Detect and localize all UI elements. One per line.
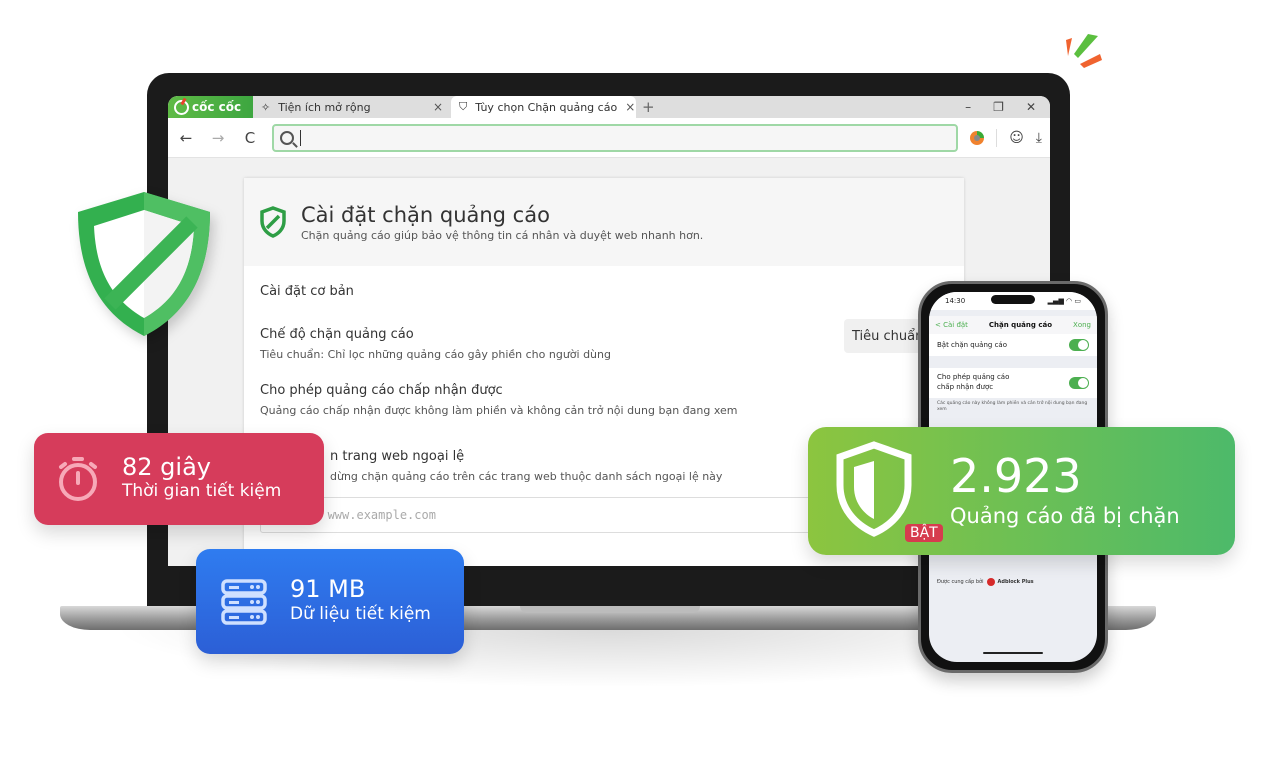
search-icon [280,130,294,145]
phone-status-icons: ▂▄▆ ◠ ▭ [1047,297,1081,305]
provider-prefix: Được cung cấp bởi [937,579,984,585]
phone-back-button[interactable]: < Cài đặt [935,321,968,329]
page-subtitle: Chặn quảng cáo giúp bảo vệ thông tin cá … [301,228,704,242]
setting-block-mode: Chế độ chặn quảng cáo Tiêu chuẩn: Chỉ lọ… [244,319,964,361]
stopwatch-icon [59,457,97,501]
row-label: Bật chặn quảng cáo [937,341,1007,349]
adblock-plus-icon [986,578,995,586]
shield-icon: ⛉ [459,100,468,113]
tab-label: Tiện ích mở rộng [278,100,371,114]
tab-extensions[interactable]: ✧ Tiện ích mở rộng × [253,96,451,118]
phone-provider: Được cung cấp bởi Adblock Plus [937,578,1034,586]
ads-blocked-card: BẬT 2.923 Quảng cáo đã bị chặn [808,427,1235,555]
time-saved-value: 82 giây [122,452,211,481]
setting-acceptable-ads: Cho phép quảng cáo chấp nhận được Quảng … [244,383,964,417]
data-saved-card: 91 MB Dữ liệu tiết kiệm [196,549,464,654]
phone-time: 14:30 [945,297,966,305]
coccoc-logo-icon [174,99,189,115]
status-badge: BẬT [905,524,943,542]
time-saved-label: Thời gian tiết kiệm [122,481,282,502]
shield-icon [836,441,912,537]
text-caret [300,129,301,146]
browser-toolbar: ← → C ☺ ⤓ [168,118,1050,158]
data-saved-label: Dữ liệu tiết kiệm [290,603,431,624]
section-title: Cài đặt cơ bản [260,284,354,299]
setting-description: Quảng cáo chấp nhận được không làm phiền… [260,404,738,417]
window-controls: – ❐ ✕ [965,96,1050,118]
shield-icon [260,206,286,238]
data-saved-value: 91 MB [290,575,366,604]
phone-row-acceptable-ads: Cho phép quảng cáo chấp nhận được [929,368,1097,398]
settings-header: Cài đặt chặn quảng cáo Chặn quảng cáo gi… [244,178,964,266]
phone-nav-title: Chặn quảng cáo [988,321,1053,329]
profile-icon[interactable]: ☺ [1009,130,1024,146]
laptop-notch [520,606,700,613]
coccoc-brand-button[interactable]: cốc cốc [168,96,253,118]
puzzle-icon: ✧ [261,100,271,114]
phone-note: Các quảng cáo này không làm phiền và cản… [937,401,1088,412]
reload-button[interactable]: C [240,129,260,147]
address-bar[interactable] [272,123,959,152]
server-icon [221,578,267,625]
restore-button[interactable]: ❐ [993,100,1004,114]
forward-button[interactable]: → [208,129,228,147]
extension-icon[interactable] [970,130,985,145]
ads-blocked-label: Quảng cáo đã bị chặn [950,503,1180,528]
row-label: Cho phép quảng cáo chấp nhận được [937,373,1010,391]
phone-home-indicator [983,652,1043,654]
phone-done-button[interactable]: Xong [1073,321,1091,329]
basic-settings-section: Cài đặt cơ bản [244,266,964,299]
phone-nav-bar: < Cài đặt Chặn quảng cáo Xong [929,316,1097,334]
ads-blocked-value: 2.923 [950,449,1082,503]
toolbar-divider [996,128,998,147]
tab-bar: cốc cốc ✧ Tiện ích mở rộng × ⛉ Tùy chọn … [168,96,1050,118]
provider-name: Adblock Plus [997,579,1034,585]
tab-label: Tùy chọn Chặn quảng cáo [475,100,618,114]
phone-dynamic-island [991,295,1035,304]
phone-row-enable-adblock: Bật chặn quảng cáo [929,334,1097,356]
tab-adblock-options[interactable]: ⛉ Tùy chọn Chặn quảng cáo × [451,96,636,118]
adblock-shield-icon [78,192,210,336]
shield-badge-group: BẬT [834,441,943,542]
new-tab-button[interactable]: + [636,96,661,118]
page-title: Cài đặt chặn quảng cáo [301,202,550,227]
setting-title: Cho phép quảng cáo chấp nhận được [260,383,503,398]
close-tab-icon[interactable]: × [433,100,443,114]
acceptable-ads-toggle[interactable] [1069,377,1089,389]
close-tab-icon[interactable]: × [625,100,635,114]
minimize-button[interactable]: – [965,100,971,114]
back-button[interactable]: ← [176,129,196,147]
download-icon[interactable]: ⤓ [1036,130,1042,146]
brand-name: cốc cốc [192,100,242,114]
time-saved-card: 82 giây Thời gian tiết kiệm [34,433,324,525]
enable-adblock-toggle[interactable] [1069,339,1089,351]
close-window-button[interactable]: ✕ [1026,100,1036,114]
sparkles-decoration [1066,34,1102,68]
